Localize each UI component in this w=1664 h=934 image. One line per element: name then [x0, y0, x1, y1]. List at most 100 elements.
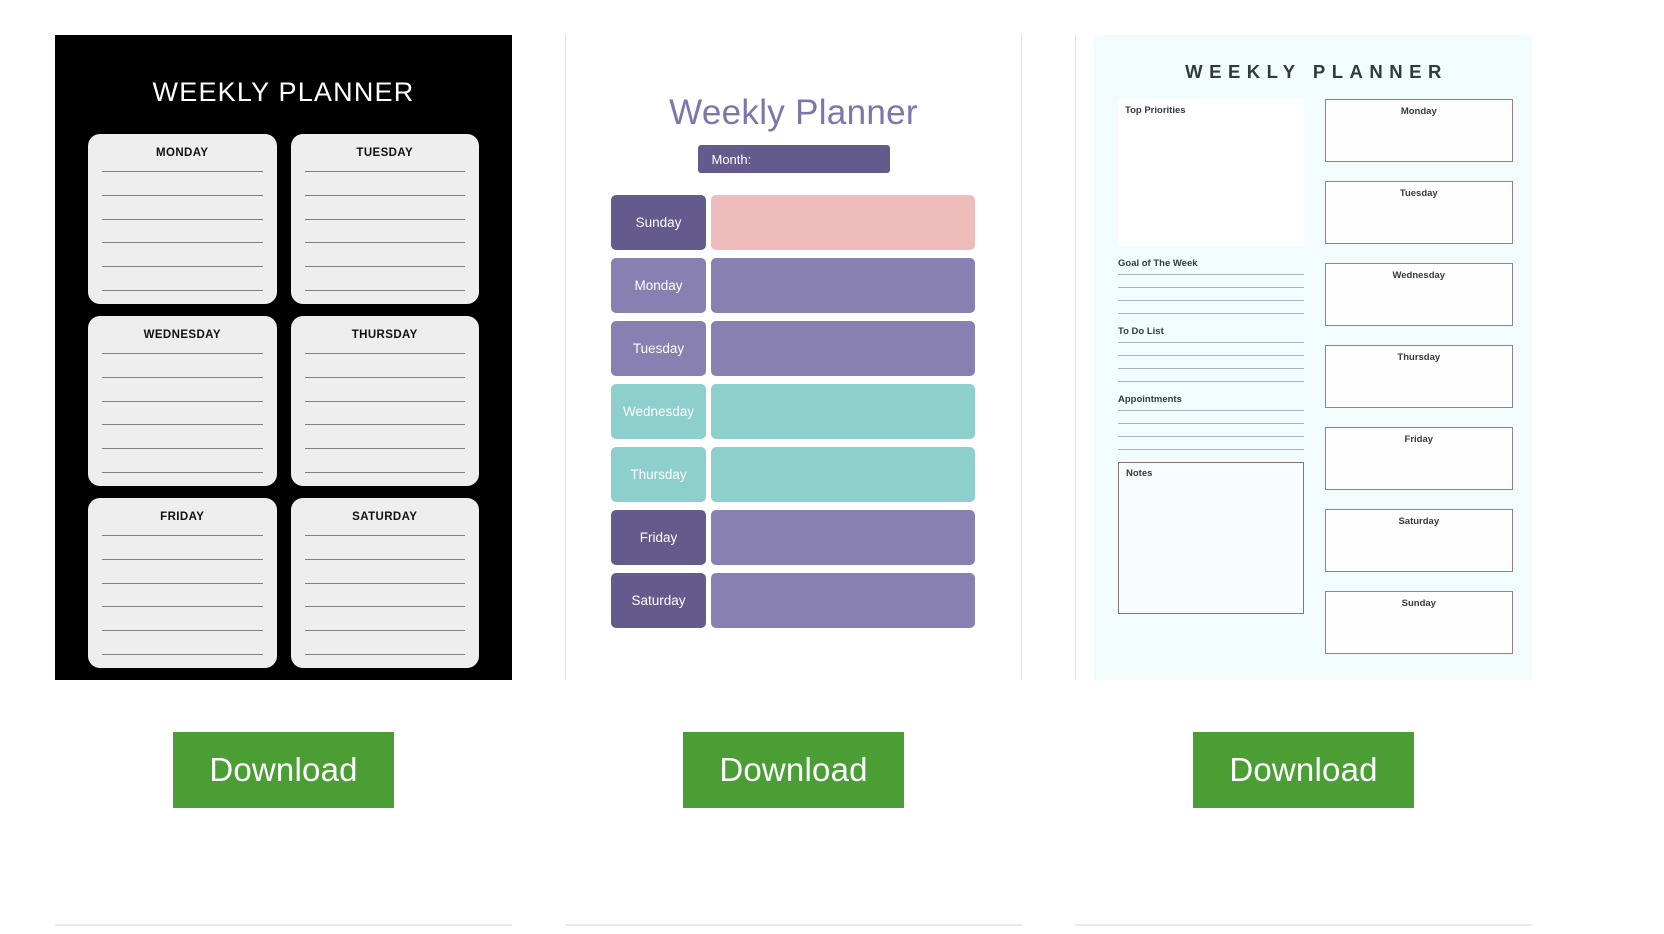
day-box[interactable]: Tuesday	[1324, 181, 1513, 244]
rule-line	[304, 535, 465, 536]
day-box[interactable]: Thursday	[1324, 345, 1513, 408]
rule-line	[102, 242, 263, 244]
day-label: Tuesday	[1399, 188, 1438, 199]
day-entry-field[interactable]	[711, 384, 975, 439]
day-box[interactable]: Monday	[1324, 99, 1513, 162]
rule-line	[102, 266, 263, 268]
download-button[interactable]: Download	[683, 732, 904, 808]
day-label: THURSDAY	[351, 329, 418, 341]
ruled-lines	[304, 353, 465, 476]
rule-line	[304, 266, 465, 268]
rule-line	[304, 424, 465, 426]
ruled-lines	[1118, 410, 1304, 450]
planner-2-day-rows: Sunday Monday Tuesday Wednesday Thursday	[566, 195, 1021, 628]
planner-1-day-card: THURSDAY	[290, 316, 479, 486]
ruled-lines	[304, 171, 465, 294]
download-button[interactable]: Download	[173, 732, 394, 808]
day-row: Monday	[611, 258, 975, 313]
day-label: Sunday	[1401, 598, 1436, 609]
download-button[interactable]: Download	[1193, 732, 1414, 808]
month-field[interactable]: Month:	[697, 145, 890, 173]
section-title: Notes	[1126, 468, 1153, 479]
section-title: Appointments	[1118, 394, 1182, 405]
rule-line	[1118, 436, 1304, 437]
day-label: Saturday	[1398, 516, 1440, 527]
rule-line	[102, 558, 263, 560]
ruled-lines	[304, 535, 465, 658]
rule-line	[1118, 355, 1304, 356]
rule-line	[1118, 313, 1304, 314]
day-label: Thursday	[1397, 352, 1441, 363]
rule-line	[102, 653, 263, 655]
day-label: MONDAY	[156, 147, 209, 159]
day-label: WEDNESDAY	[143, 329, 221, 341]
day-row: Friday	[611, 510, 975, 565]
rule-line	[304, 606, 465, 608]
day-row: Saturday	[611, 573, 975, 628]
rule-line	[102, 171, 263, 172]
day-box[interactable]: Friday	[1324, 427, 1513, 490]
rule-line	[102, 376, 263, 378]
day-label-cell: Monday	[611, 258, 706, 313]
rule-line	[102, 194, 263, 196]
day-row: Sunday	[611, 195, 975, 250]
day-label: Wednesday	[1392, 270, 1446, 281]
rule-line	[304, 630, 465, 632]
day-entry-field[interactable]	[711, 573, 975, 628]
rule-line	[102, 218, 263, 220]
rule-line	[102, 424, 263, 426]
day-entry-field[interactable]	[711, 321, 975, 376]
day-row: Wednesday	[611, 384, 975, 439]
planner-1-day-card: WEDNESDAY	[88, 316, 277, 486]
rule-line	[102, 400, 263, 402]
planner-1-title: WEEKLY PLANNER	[152, 77, 415, 107]
day-entry-field[interactable]	[711, 195, 975, 250]
rule-line	[102, 582, 263, 584]
section-divider	[55, 924, 512, 926]
planner-3-day-column: Monday Tuesday Wednesday Thursday Friday	[1324, 99, 1513, 673]
day-box[interactable]: Sunday	[1324, 591, 1513, 654]
planner-1-day-grid: MONDAY TUESDAY WEDNESDAY THURSDAY FRIDAY…	[55, 108, 512, 668]
ruled-lines	[1118, 274, 1304, 314]
rule-line	[102, 535, 263, 536]
rule-line	[1118, 381, 1304, 382]
rule-line	[102, 606, 263, 608]
planner-preview-cyan[interactable]: WEEKLY PLANNER Top Priorities Goal of Th…	[1075, 35, 1532, 680]
rule-line	[1118, 300, 1304, 301]
month-label: Month:	[711, 151, 752, 167]
planner-column-2: Weekly Planner Month: Sunday Monday Tues…	[510, 0, 1030, 934]
day-entry-field[interactable]	[711, 510, 975, 565]
rule-line	[304, 289, 465, 291]
section-divider	[565, 924, 1022, 926]
planner-1-day-card: FRIDAY	[88, 498, 277, 668]
planner-preview-purple[interactable]: Weekly Planner Month: Sunday Monday Tues…	[565, 35, 1022, 680]
rule-line	[102, 353, 263, 354]
notes-box[interactable]: Notes	[1118, 462, 1304, 614]
planner-column-1: WEEKLY PLANNER MONDAY TUESDAY WEDNESDAY …	[0, 0, 520, 934]
section-divider	[1075, 924, 1532, 926]
top-priorities-box[interactable]: Top Priorities	[1118, 99, 1304, 246]
planner-3-body: Top Priorities Goal of The Week To Do Li…	[1094, 83, 1532, 673]
rule-line	[102, 448, 263, 450]
rule-line	[304, 376, 465, 378]
day-label-cell: Sunday	[611, 195, 706, 250]
rule-line	[304, 242, 465, 244]
rule-line	[304, 558, 465, 560]
day-entry-field[interactable]	[711, 447, 975, 502]
goal-of-week-section: Goal of The Week	[1118, 258, 1304, 314]
planner-3-panel: WEEKLY PLANNER Top Priorities Goal of Th…	[1094, 35, 1532, 680]
rule-line	[304, 471, 465, 473]
section-title: Top Priorities	[1125, 105, 1186, 116]
rule-line	[304, 653, 465, 655]
day-entry-field[interactable]	[711, 258, 975, 313]
day-box[interactable]: Wednesday	[1324, 263, 1513, 326]
day-label: FRIDAY	[160, 511, 205, 523]
rule-line	[304, 194, 465, 196]
planner-1-day-card: MONDAY	[88, 134, 277, 304]
section-title: To Do List	[1118, 326, 1164, 337]
day-box[interactable]: Saturday	[1324, 509, 1513, 572]
rule-line	[1118, 287, 1304, 288]
day-label-cell: Friday	[611, 510, 706, 565]
ruled-lines	[1118, 342, 1304, 382]
planner-preview-black[interactable]: WEEKLY PLANNER MONDAY TUESDAY WEDNESDAY …	[55, 35, 512, 680]
